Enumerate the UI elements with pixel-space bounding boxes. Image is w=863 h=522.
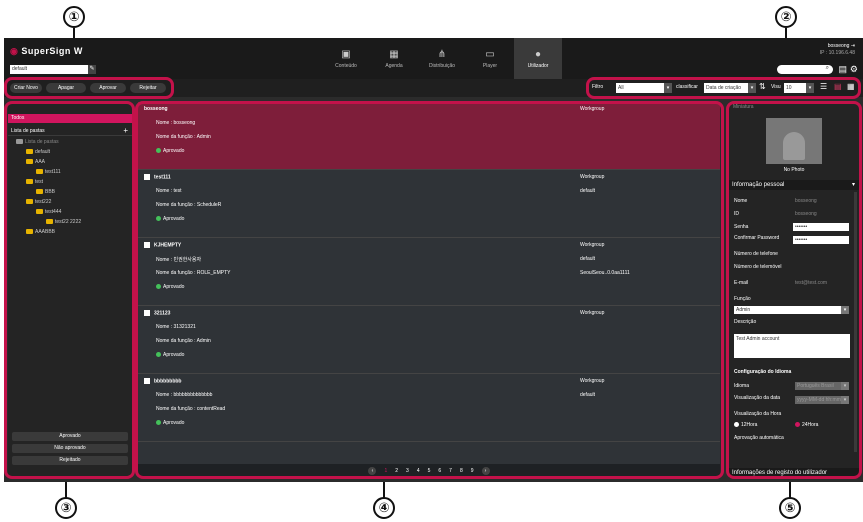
logout-icon[interactable]: ⇥ (851, 43, 855, 49)
nav-utilizador[interactable]: ● Utilizador (514, 38, 562, 79)
supersign-logo: ◉ SuperSign W (10, 46, 83, 56)
username: bosseong (827, 43, 850, 49)
player-icon: ▭ (485, 48, 495, 60)
highlight-box-5 (726, 101, 862, 479)
calendar-icon: ▦ (389, 48, 399, 60)
nav-agenda[interactable]: ▦ Agenda (370, 38, 418, 79)
highlight-box-2 (586, 77, 861, 99)
callout-3: ③ (55, 497, 77, 519)
callout-2: ② (775, 6, 797, 28)
highlight-box-3 (4, 101, 135, 479)
nav-player[interactable]: ▭ Player (466, 38, 514, 79)
edit-icon[interactable]: ✎ (88, 65, 96, 74)
callout-4: ④ (373, 497, 395, 519)
search-icon: ⌕ (825, 65, 829, 71)
search-input[interactable]: ⌕ (777, 65, 833, 74)
callout-1: ① (63, 6, 85, 28)
top-bar: ◉ SuperSign W default ✎ ▣ Conteúdo ▦ Agend… (4, 38, 863, 79)
user-icon: ● (534, 48, 542, 60)
highlight-box-4 (135, 101, 724, 479)
gear-icon[interactable]: ⚙ (850, 64, 858, 75)
account-field[interactable]: default (10, 65, 88, 74)
content-icon: ▣ (341, 48, 351, 60)
notes-icon[interactable]: ▤ (838, 64, 847, 75)
callout-5: ⑤ (779, 497, 801, 519)
distribution-icon: ⋔ (437, 48, 447, 60)
app-window: ◉ SuperSign W default ✎ ▣ Conteúdo ▦ Agend… (4, 38, 863, 482)
nav-conteudo[interactable]: ▣ Conteúdo (322, 38, 370, 79)
highlight-box-1 (4, 77, 174, 99)
nav-distribuicao[interactable]: ⋔ Distribuição (418, 38, 466, 79)
ip-address: IP : 10.196.6.48 (819, 50, 855, 56)
user-info: bosseong ⇥ IP : 10.196.6.48 (820, 43, 855, 57)
